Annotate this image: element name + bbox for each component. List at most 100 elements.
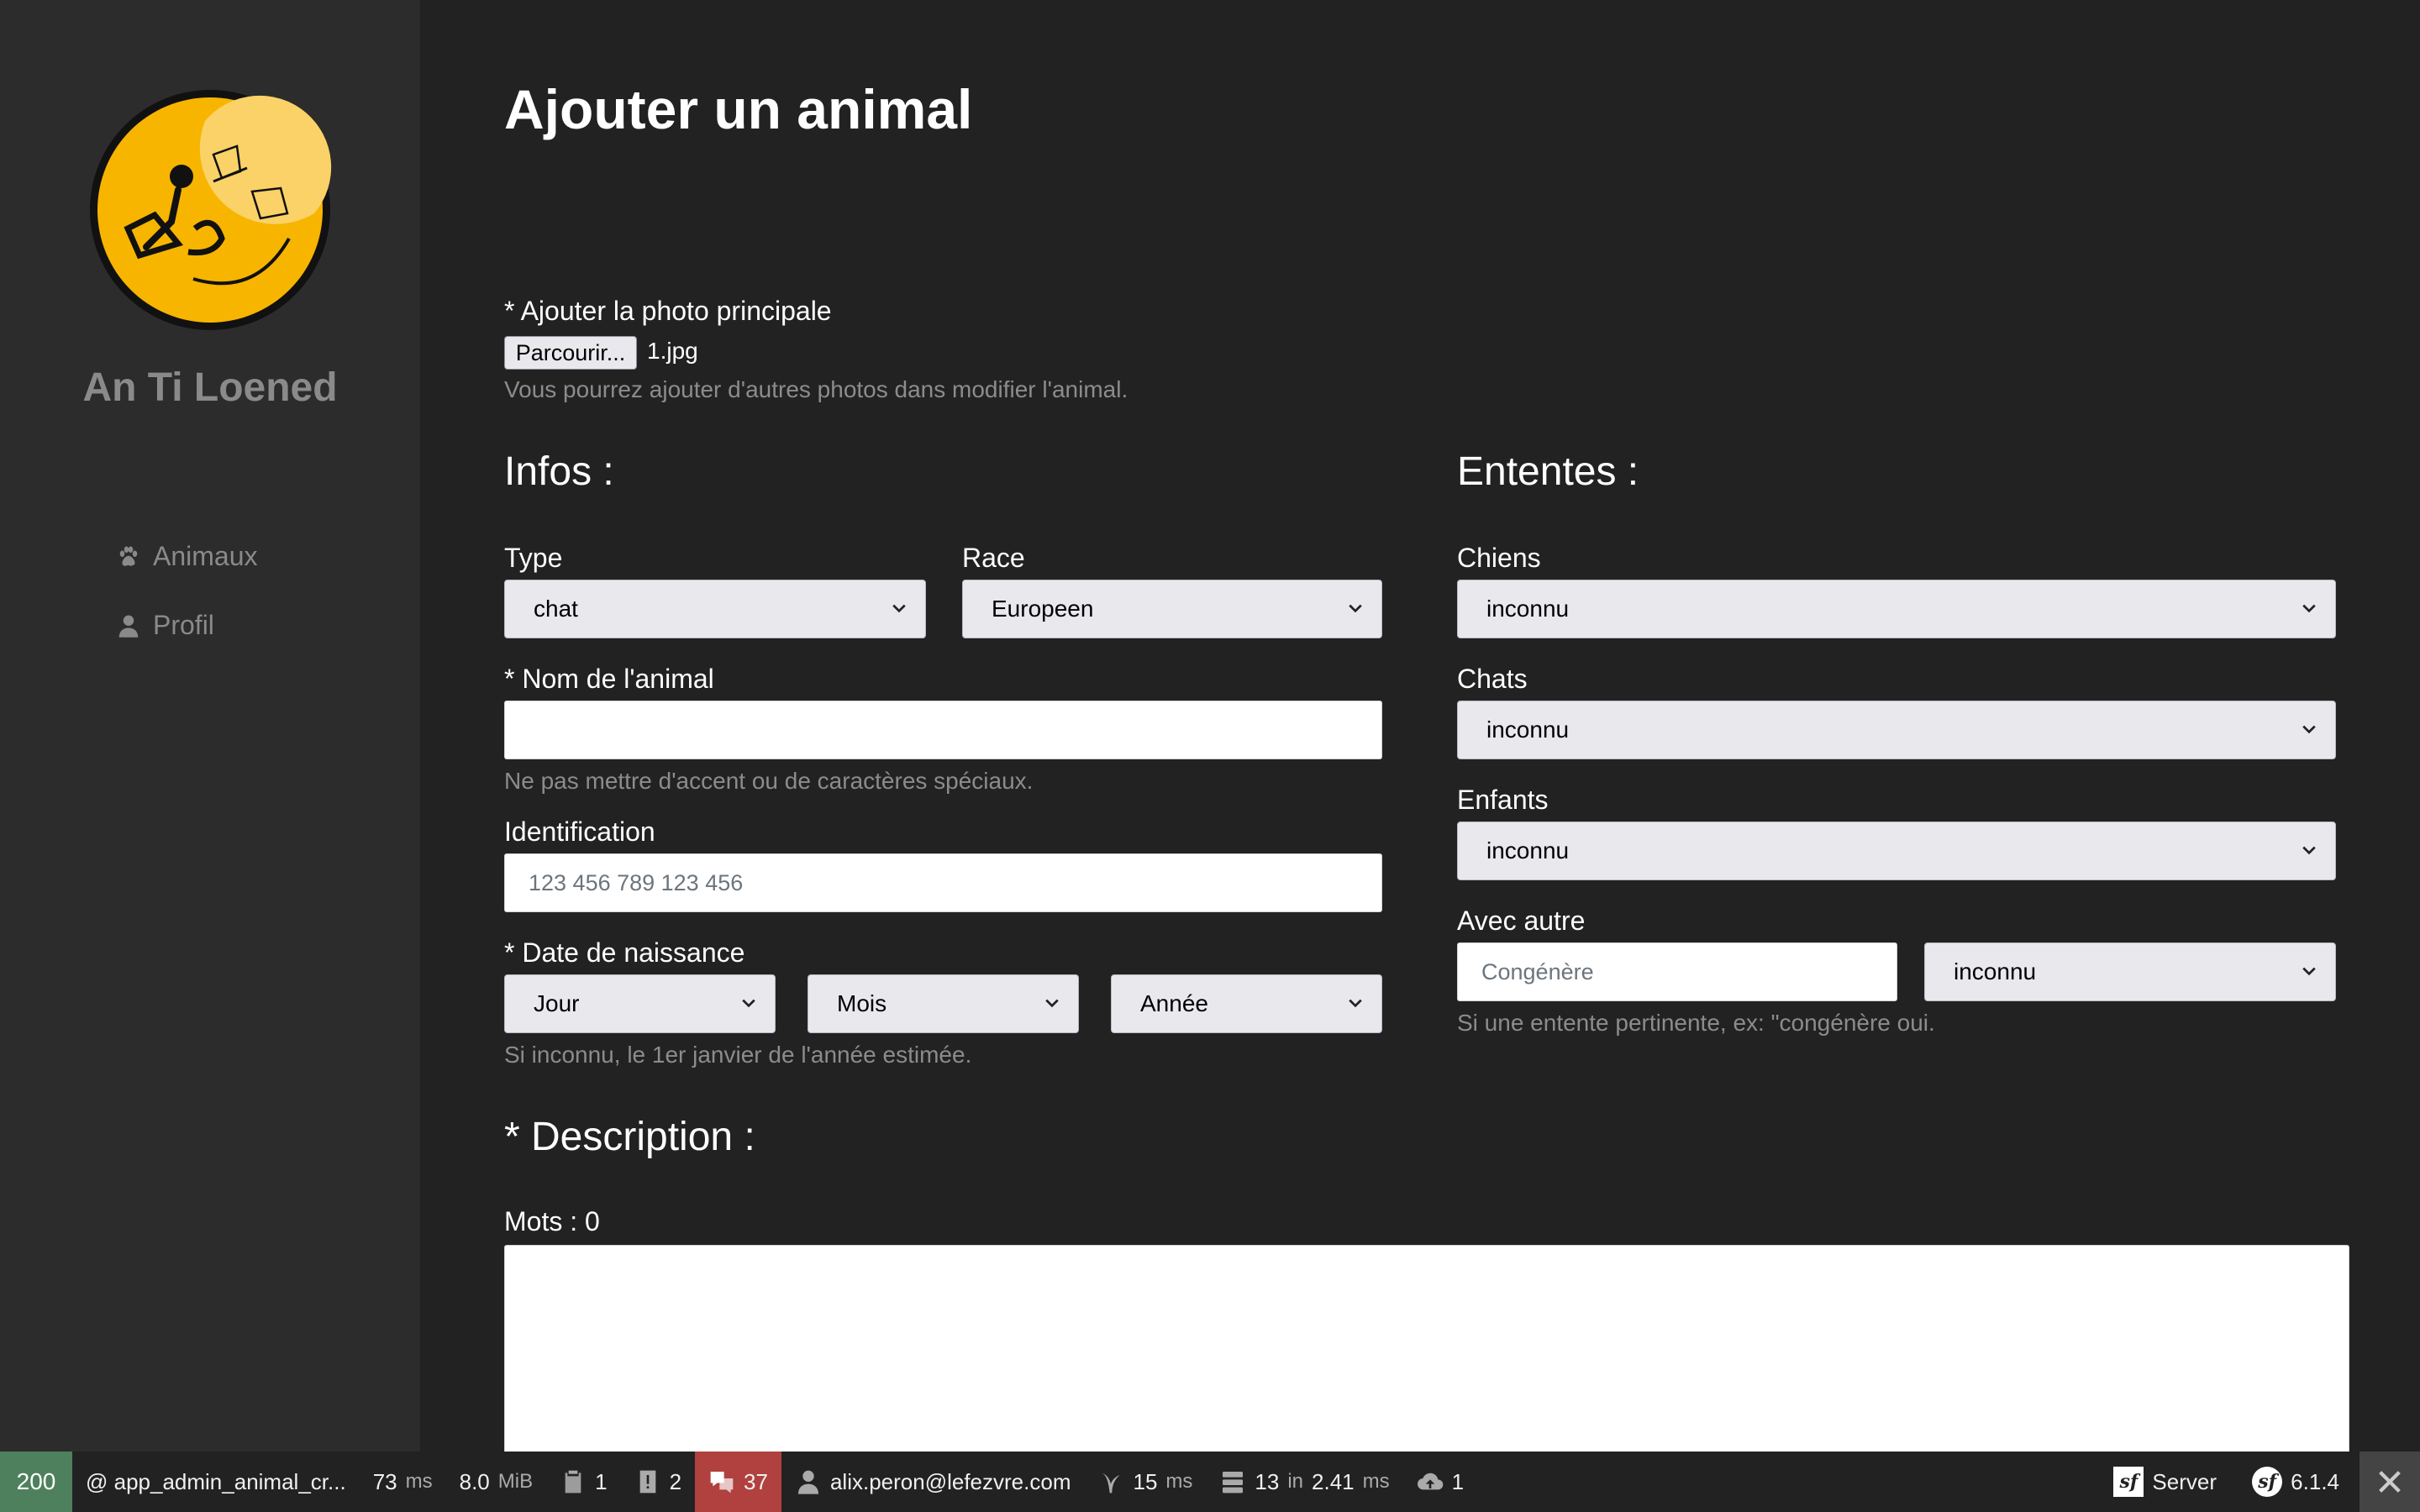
birth-day-select[interactable]: Jour [504, 974, 776, 1033]
birth-year-select[interactable]: Année [1111, 974, 1382, 1033]
birth-day-value: Jour [534, 990, 580, 1016]
description-textarea[interactable] [504, 1245, 2349, 1455]
browse-button[interactable]: Parcourir... [504, 336, 637, 370]
other-help: Si une entente pertinente, ex: "congénèr… [1457, 1010, 1935, 1036]
close-toolbar-button[interactable] [2360, 1452, 2420, 1512]
translations-item[interactable]: 37 [695, 1452, 781, 1512]
db-in: in [1287, 1470, 1304, 1493]
symfony-logo-icon: sf [2252, 1467, 2283, 1497]
infos-title: Infos : [504, 449, 614, 494]
other-select[interactable]: inconnu [1924, 942, 2336, 1001]
twig-time: 15 [1133, 1468, 1158, 1494]
clipboard-icon [565, 1470, 581, 1494]
cats-select[interactable]: inconnu [1457, 701, 2336, 759]
user-item[interactable]: alix.peron@lefezvre.com [781, 1452, 1085, 1512]
route-item[interactable]: @ app_admin_animal_cr... [72, 1452, 360, 1512]
cats-select-value: inconnu [1486, 717, 1570, 743]
chevron-down-icon [742, 999, 755, 1008]
name-label: * Nom de l'animal [504, 664, 714, 694]
chevron-down-icon [1349, 604, 1362, 613]
route-name: @ app_admin_animal_cr... [86, 1468, 346, 1494]
birth-month-value: Mois [837, 990, 887, 1016]
status-code[interactable]: 200 [0, 1452, 72, 1512]
name-help: Ne pas mettre d'accent ou de caractères … [504, 768, 1034, 794]
memory-item[interactable]: 8.0 MiB [446, 1452, 547, 1512]
sidebar-item-animaux[interactable]: Animaux [116, 541, 258, 572]
time-item[interactable]: 73 ms [360, 1452, 446, 1512]
twig-unit: ms [1165, 1470, 1193, 1493]
twig-item[interactable]: 15 ms [1084, 1452, 1206, 1512]
db-unit: ms [1362, 1470, 1390, 1493]
type-select-value: chat [534, 596, 578, 622]
race-select[interactable]: Europeen [962, 580, 1382, 638]
uploads-count: 1 [1451, 1468, 1465, 1494]
chevron-down-icon [2302, 967, 2316, 976]
sidebar: An Ti Loened Animaux Profil [0, 0, 420, 1452]
db-time: 2.41 [1312, 1468, 1355, 1494]
other-label: Avec autre [1457, 906, 1586, 936]
warning-book-icon [639, 1470, 655, 1494]
dogs-select-value: inconnu [1486, 596, 1570, 622]
chevron-down-icon [2302, 725, 2316, 734]
other-species-input[interactable]: Congénère [1457, 942, 1897, 1001]
user-icon [118, 615, 139, 638]
page-title: Ajouter un animal [504, 78, 973, 140]
warnings-item[interactable]: 2 [621, 1452, 695, 1512]
logs-item[interactable]: 1 [546, 1452, 620, 1512]
race-select-value: Europeen [992, 596, 1094, 622]
time-unit: ms [405, 1470, 433, 1493]
birth-year-value: Année [1140, 990, 1208, 1016]
photo-label: * Ajouter la photo principale [504, 296, 832, 326]
race-label: Race [962, 543, 1025, 573]
chevron-down-icon [1045, 999, 1059, 1008]
symfony-version-item[interactable]: sf 6.1.4 [2238, 1452, 2353, 1512]
selected-file-name: 1.jpg [647, 338, 698, 364]
dogs-label: Chiens [1457, 543, 1541, 573]
symfony-version: 6.1.4 [2291, 1468, 2339, 1494]
photo-help: Vous pourrez ajouter d'autres photos dan… [504, 376, 1128, 402]
type-label: Type [504, 543, 563, 573]
cloud-upload-icon [1417, 1473, 1443, 1490]
identification-label: Identification [504, 816, 655, 847]
translation-icon [710, 1472, 734, 1494]
database-icon [1223, 1472, 1244, 1494]
ententes-title: Ententes : [1457, 449, 1639, 494]
server-item[interactable]: sf Server [2100, 1452, 2230, 1512]
identification-input[interactable]: 123 456 789 123 456 [504, 853, 1382, 912]
time-value: 73 [372, 1468, 397, 1494]
other-select-value: inconnu [1954, 958, 2037, 984]
user-icon [797, 1470, 818, 1494]
kids-select[interactable]: inconnu [1457, 822, 2336, 880]
dogs-select[interactable]: inconnu [1457, 580, 2336, 638]
database-item[interactable]: 13 in 2.41 ms [1206, 1452, 1402, 1512]
debug-toolbar: 200 @ app_admin_animal_cr... 73 ms 8.0 M… [0, 1452, 2420, 1512]
twig-icon [1102, 1473, 1121, 1494]
chevron-down-icon [2302, 604, 2316, 613]
birth-date-label: * Date de naissance [504, 937, 745, 968]
cats-label: Chats [1457, 664, 1528, 694]
kids-select-value: inconnu [1486, 837, 1570, 864]
brand-name: An Ti Loened [82, 365, 338, 410]
warnings-count: 2 [669, 1468, 682, 1494]
uploads-item[interactable]: 1 [1403, 1452, 1477, 1512]
user-email: alix.peron@lefezvre.com [829, 1468, 1071, 1494]
close-icon [2379, 1471, 2401, 1493]
chevron-down-icon [1349, 999, 1362, 1008]
paw-icon [119, 546, 138, 566]
memory-unit: MiB [497, 1470, 534, 1493]
db-queries: 13 [1255, 1468, 1280, 1494]
type-select[interactable]: chat [504, 580, 926, 638]
name-input[interactable] [504, 701, 1382, 759]
sidebar-item-label: Animaux [153, 541, 258, 571]
brand-logo[interactable] [87, 87, 333, 333]
birth-date-help: Si inconnu, le 1er janvier de l'année es… [504, 1042, 972, 1068]
server-label: Server [2152, 1468, 2217, 1494]
sidebar-item-profil[interactable]: Profil [116, 610, 214, 641]
translations-count: 37 [744, 1468, 768, 1494]
birth-month-select[interactable]: Mois [808, 974, 1079, 1033]
kids-label: Enfants [1457, 785, 1549, 815]
word-count: Mots : 0 [504, 1206, 600, 1236]
chevron-down-icon [2302, 846, 2316, 855]
description-title: * Description : [504, 1115, 755, 1159]
symfony-server-icon: sf [2113, 1467, 2144, 1497]
